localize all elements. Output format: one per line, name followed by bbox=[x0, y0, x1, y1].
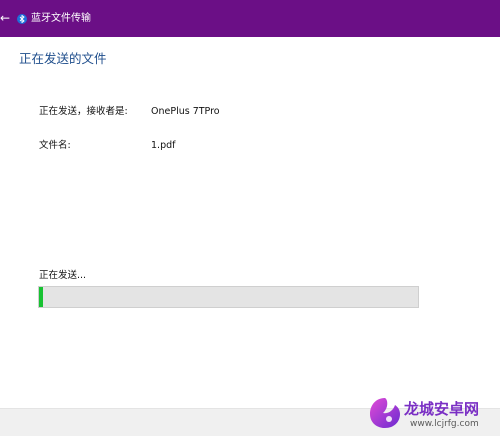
watermark-logo bbox=[370, 398, 400, 428]
window-title: 蓝牙文件传输 bbox=[31, 13, 91, 24]
progress-bar bbox=[38, 286, 419, 308]
title-bar: ← 蓝牙文件传输 bbox=[0, 0, 500, 37]
recipient-value: OnePlus 7TPro bbox=[151, 106, 220, 117]
progress-fill bbox=[39, 287, 43, 307]
sending-status-label: 正在发送... bbox=[39, 270, 87, 281]
watermark-url: www.lcjrfg.com bbox=[410, 419, 479, 429]
watermark-title: 龙城安卓网 bbox=[404, 400, 480, 418]
page-heading: 正在发送的文件 bbox=[19, 51, 107, 66]
filename-value: 1.pdf bbox=[151, 140, 176, 151]
recipient-label: 正在发送，接收者是: bbox=[39, 106, 128, 117]
bluetooth-icon bbox=[17, 14, 27, 24]
filename-label: 文件名: bbox=[39, 140, 71, 151]
back-arrow-icon[interactable]: ← bbox=[0, 12, 10, 24]
